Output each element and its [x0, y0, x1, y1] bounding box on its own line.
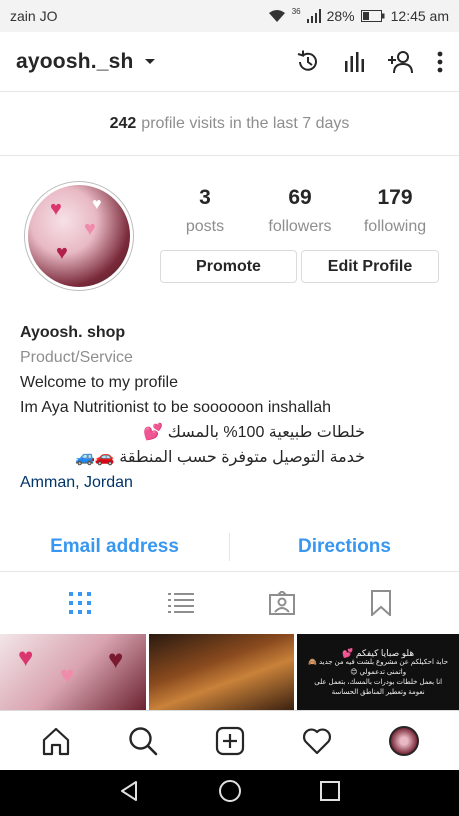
stat-value: 69	[288, 186, 312, 209]
post-text: حابة احكيلكم عن مشروع بلشت فيه من جديد 🙈	[308, 659, 449, 666]
post-text: واتمنى تدعمولي 😊	[350, 669, 407, 676]
directions-button[interactable]: Directions	[230, 536, 459, 558]
heart-icon: ♥	[50, 198, 62, 220]
stat-label: followers	[268, 218, 332, 235]
stat-posts[interactable]: 3 posts	[160, 186, 250, 236]
profile-avatar[interactable]: ♥ ♥ ♥ ♥	[24, 181, 134, 291]
post-text: انا بعمل خلطات بودرات بالمسك، بتعمل على	[314, 679, 443, 686]
system-nav-bar	[0, 770, 459, 816]
grid-view-icon[interactable]	[68, 591, 92, 615]
bio-line-arabic: خلطات طبيعية 100% بالمسك 💕	[143, 424, 365, 441]
bio-line-arabic: خدمة التوصيل متوفرة حسب المنطقة 🚗🚙	[74, 449, 365, 466]
profile-stats: 3 posts 69 followers 179 following	[160, 186, 440, 236]
profile-header: ayoosh._sh	[0, 32, 459, 92]
visits-text: profile visits in the last 7 days	[141, 115, 350, 132]
tagged-icon[interactable]	[269, 591, 296, 615]
location-link[interactable]: Amman, Jordan	[20, 470, 440, 495]
battery-icon	[360, 10, 385, 22]
contact-bar: Email address Directions	[0, 522, 459, 572]
edit-profile-button[interactable]: Edit Profile	[301, 250, 439, 283]
recents-icon[interactable]	[320, 780, 341, 806]
stat-followers[interactable]: 69 followers	[255, 186, 345, 236]
stat-label: following	[363, 218, 427, 235]
carrier-label: zain JO	[10, 8, 58, 24]
saved-icon[interactable]	[371, 590, 392, 616]
profile-visits-banner[interactable]: 242 profile visits in the last 7 days	[0, 93, 459, 156]
signal-icon	[306, 9, 321, 23]
post-thumbnail[interactable]	[148, 634, 295, 710]
stat-label: posts	[185, 218, 225, 235]
posts-grid: ♥ ♥ ♥ هلو صبايا كيفكم 💕 حابة احكيلكم عن …	[0, 634, 459, 710]
stat-value: 179	[377, 186, 413, 209]
new-post-icon[interactable]	[215, 726, 245, 756]
insights-icon[interactable]	[343, 51, 365, 73]
post-thumbnail[interactable]: ♥ ♥ ♥	[0, 634, 146, 710]
more-options-icon[interactable]	[437, 51, 443, 73]
username: ayoosh._sh	[16, 49, 134, 73]
chevron-down-icon	[144, 53, 156, 71]
add-person-icon[interactable]	[387, 50, 415, 74]
email-address-button[interactable]: Email address	[0, 536, 229, 558]
heart-icon: ♥	[84, 218, 96, 240]
list-view-icon[interactable]	[167, 592, 194, 614]
visits-count: 242	[109, 115, 137, 132]
heart-icon: ♥	[56, 242, 68, 264]
home-circle-icon[interactable]	[218, 779, 242, 808]
profile-tab-avatar[interactable]	[388, 725, 419, 756]
bottom-nav	[0, 710, 459, 770]
status-bar: zain JO 36 28% 12:45 am	[0, 0, 459, 32]
stat-value: 3	[199, 186, 211, 209]
heart-icon: ♥	[108, 644, 124, 674]
account-switcher[interactable]: ayoosh._sh	[16, 50, 156, 74]
header-actions	[295, 49, 443, 75]
home-icon[interactable]	[41, 726, 71, 756]
activity-heart-icon[interactable]	[302, 727, 332, 755]
search-icon[interactable]	[128, 726, 158, 756]
avatar-image: ♥ ♥ ♥ ♥	[28, 185, 130, 287]
business-category: Product/Service	[20, 349, 133, 366]
profile-tabs	[0, 573, 459, 633]
bio-line: Welcome to my profile	[20, 374, 178, 391]
heart-icon: ♥	[92, 196, 102, 213]
bio-line: Im Aya Nutritionist to be soooooon insha…	[20, 399, 332, 416]
battery-percent: 28%	[326, 8, 355, 24]
stat-following[interactable]: 179 following	[350, 186, 440, 236]
status-indicators: 36 28% 12:45 am	[268, 6, 449, 24]
heart-icon: ♥	[60, 662, 75, 689]
post-thumbnail[interactable]: هلو صبايا كيفكم 💕 حابة احكيلكم عن مشروع …	[297, 634, 459, 710]
clock: 12:45 am	[390, 8, 449, 24]
archive-icon[interactable]	[295, 49, 321, 75]
back-icon[interactable]	[119, 780, 141, 807]
display-name: Ayoosh. shop	[20, 324, 126, 341]
post-text: نعومة وتعطير المناطق الحساسة	[331, 689, 425, 696]
network-type-label: 36	[291, 6, 301, 16]
promote-button[interactable]: Promote	[160, 250, 297, 283]
wifi-icon	[268, 9, 286, 23]
profile-bio: Ayoosh. shop Product/Service Welcome to …	[20, 320, 440, 495]
heart-icon: ♥	[18, 642, 34, 672]
post-text: هلو صبايا كيفكم 💕	[342, 648, 415, 658]
